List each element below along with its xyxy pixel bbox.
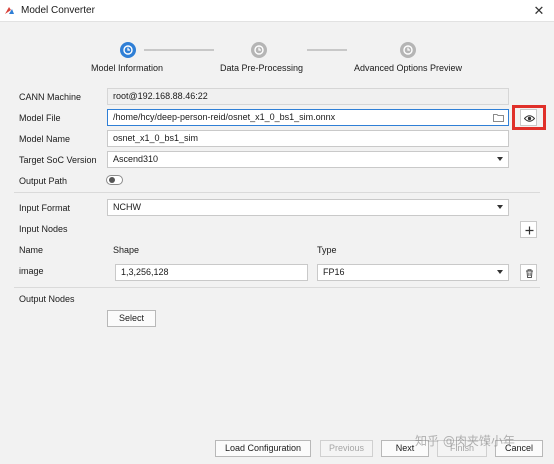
chevron-down-icon [497,205,503,209]
watermark: 知乎 @肉夹馍小年 [415,434,515,448]
target-soc-select[interactable]: Ascend310 [107,151,509,168]
model-name-value: osnet_x1_0_bs1_sim [113,133,199,143]
model-name-input[interactable]: osnet_x1_0_bs1_sim [107,130,509,147]
window-title: Model Converter [21,5,95,16]
load-configuration-button[interactable]: Load Configuration [215,440,311,457]
delete-input-node-button[interactable] [520,264,537,281]
input-format-value: NCHW [113,202,141,212]
trash-icon [526,269,533,278]
chevron-down-icon [497,157,503,161]
header-shape: Shape [113,245,140,255]
app-logo-icon [5,7,14,14]
section-divider [14,192,540,193]
select-output-nodes-button[interactable]: Select [107,310,156,327]
output-nodes-label: Output Nodes [19,294,75,304]
step-label-data-preprocessing: Data Pre-Processing [220,63,304,73]
model-name-label: Model Name [19,134,71,144]
output-path-toggle[interactable] [106,175,123,185]
plus-icon [525,226,534,235]
step-label-model-information: Model Information [91,63,164,73]
previous-button[interactable]: Previous [320,440,373,457]
step-2-clock-icon [251,42,267,58]
stepper-line-1 [144,49,214,51]
input-node-name: image [19,266,44,276]
cann-machine-value: root@192.168.88.46:22 [113,91,208,101]
input-nodes-label: Input Nodes [19,224,68,234]
title-bar: Model Converter ✕ [0,0,554,22]
folder-icon[interactable] [493,113,504,122]
add-input-node-button[interactable] [520,221,537,238]
header-type: Type [317,245,337,255]
target-soc-value: Ascend310 [113,154,159,164]
eye-icon [524,115,535,122]
cann-machine-label: CANN Machine [19,92,82,102]
view-model-button[interactable] [520,109,537,126]
target-soc-label: Target SoC Version [19,155,97,165]
model-file-input[interactable]: /home/hcy/deep-person-reid/osnet_x1_0_bs… [107,109,509,126]
model-file-value: /home/hcy/deep-person-reid/osnet_x1_0_bs… [113,112,336,122]
input-node-shape-value: 1,3,256,128 [121,267,169,277]
input-format-label: Input Format [19,203,71,213]
model-file-label: Model File [19,113,61,123]
section-divider [14,287,540,288]
chevron-down-icon [497,270,503,274]
input-node-type-value: FP16 [323,267,345,277]
close-icon[interactable]: ✕ [530,2,548,20]
step-1-clock-icon [120,42,136,58]
step-label-advanced-options: Advanced Options Preview [354,63,463,73]
stepper-line-2 [307,49,347,51]
input-format-select[interactable]: NCHW [107,199,509,216]
input-node-shape-input[interactable]: 1,3,256,128 [115,264,308,281]
cann-machine-field: root@192.168.88.46:22 [107,88,509,105]
output-path-label: Output Path [19,176,68,186]
header-name: Name [19,245,44,255]
step-3-clock-icon [400,42,416,58]
model-converter-window: Model Converter ✕ Model Information Data… [0,0,554,464]
toggle-knob [109,177,115,183]
input-node-type-select[interactable]: FP16 [317,264,509,281]
